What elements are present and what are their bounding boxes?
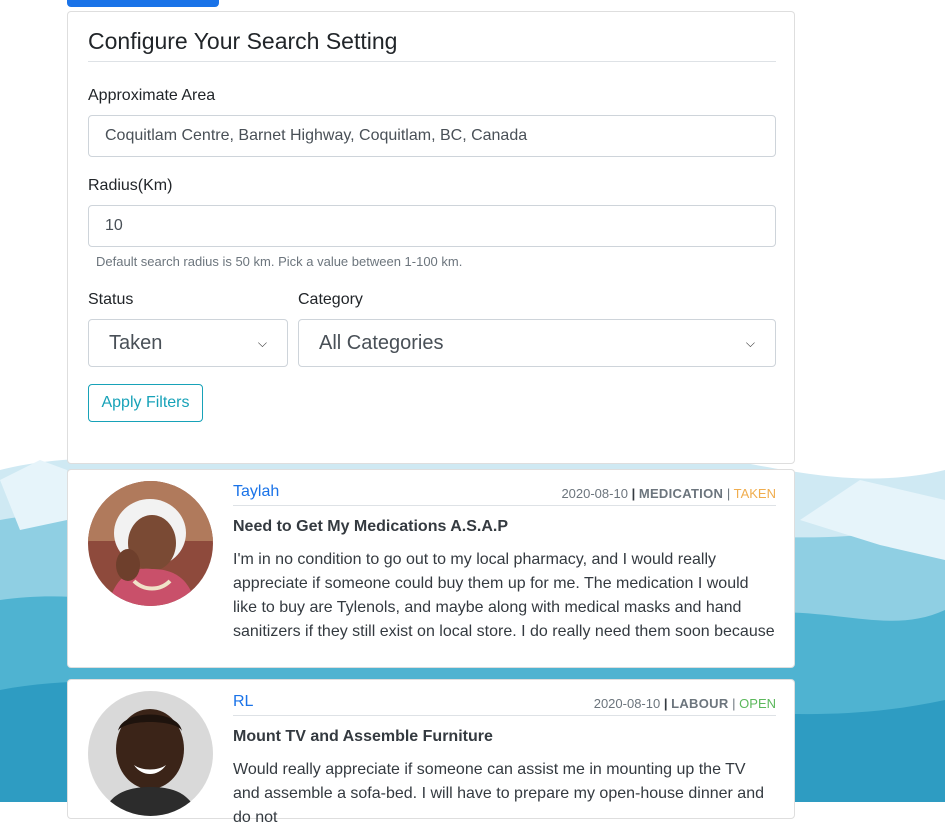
meta-separator: | <box>663 696 668 711</box>
meta-separator: | <box>726 486 731 501</box>
post-meta: 2020-08-10 | LABOUR | OPEN <box>594 696 776 711</box>
radius-input[interactable]: 10 <box>88 205 776 247</box>
post-date: 2020-08-10 <box>561 486 628 501</box>
meta-separator: | <box>631 486 636 501</box>
post-title[interactable]: Mount TV and Assemble Furniture <box>233 728 493 746</box>
avatar-elderly-woman-image <box>88 481 213 606</box>
avatar-man-image <box>88 691 213 816</box>
apply-filters-button[interactable]: Apply Filters <box>88 384 203 422</box>
radius-input-value: 10 <box>105 217 123 234</box>
category-select-value: All Categories <box>319 331 444 354</box>
category-select[interactable]: All Categories ⌵ <box>298 319 776 367</box>
post-header: Taylah 2020-08-10 | MEDICATION | TAKEN <box>233 483 776 506</box>
avatar[interactable] <box>88 691 213 816</box>
search-settings-card: Configure Your Search Setting Approximat… <box>67 11 795 464</box>
post-body: I'm in no condition to go out to my loca… <box>233 551 775 640</box>
post-title[interactable]: Need to Get My Medications A.S.A.P <box>233 518 508 536</box>
post-header: RL 2020-08-10 | LABOUR | OPEN <box>233 693 776 716</box>
avatar[interactable] <box>88 481 213 606</box>
status-select-value: Taken <box>109 331 163 354</box>
post-author-link[interactable]: Taylah <box>233 483 279 501</box>
post-card[interactable]: RL 2020-08-10 | LABOUR | OPEN Mount TV a… <box>67 679 795 826</box>
meta-separator: | <box>732 696 736 711</box>
chevron-down-icon: ⌵ <box>257 335 267 350</box>
category-label: Category <box>298 291 363 308</box>
area-input[interactable]: Coquitlam Centre, Barnet Highway, Coquit… <box>88 115 776 157</box>
post-author-link[interactable]: RL <box>233 693 253 711</box>
post-card[interactable]: Taylah 2020-08-10 | MEDICATION | TAKEN N… <box>67 469 795 668</box>
post-status: TAKEN <box>733 486 776 501</box>
post-status: OPEN <box>739 696 776 711</box>
radius-label: Radius(Km) <box>88 177 173 194</box>
area-label: Approximate Area <box>88 87 216 104</box>
post-meta: 2020-08-10 | MEDICATION | TAKEN <box>561 486 776 501</box>
post-date: 2020-08-10 <box>593 696 661 711</box>
post-category: MEDICATION <box>638 486 724 501</box>
status-select[interactable]: Taken ⌵ <box>88 319 288 367</box>
settings-title: Configure Your Search Setting <box>88 28 776 62</box>
chevron-down-icon: ⌵ <box>745 335 755 350</box>
post-category: LABOUR <box>671 696 729 711</box>
radius-help-text: Default search radius is 50 km. Pick a v… <box>96 254 463 269</box>
area-input-value: Coquitlam Centre, Barnet Highway, Coquit… <box>105 127 528 144</box>
status-label: Status <box>88 291 134 308</box>
top-tab-indicator[interactable] <box>67 0 219 7</box>
post-body: Would really appreciate if someone can a… <box>233 761 764 826</box>
